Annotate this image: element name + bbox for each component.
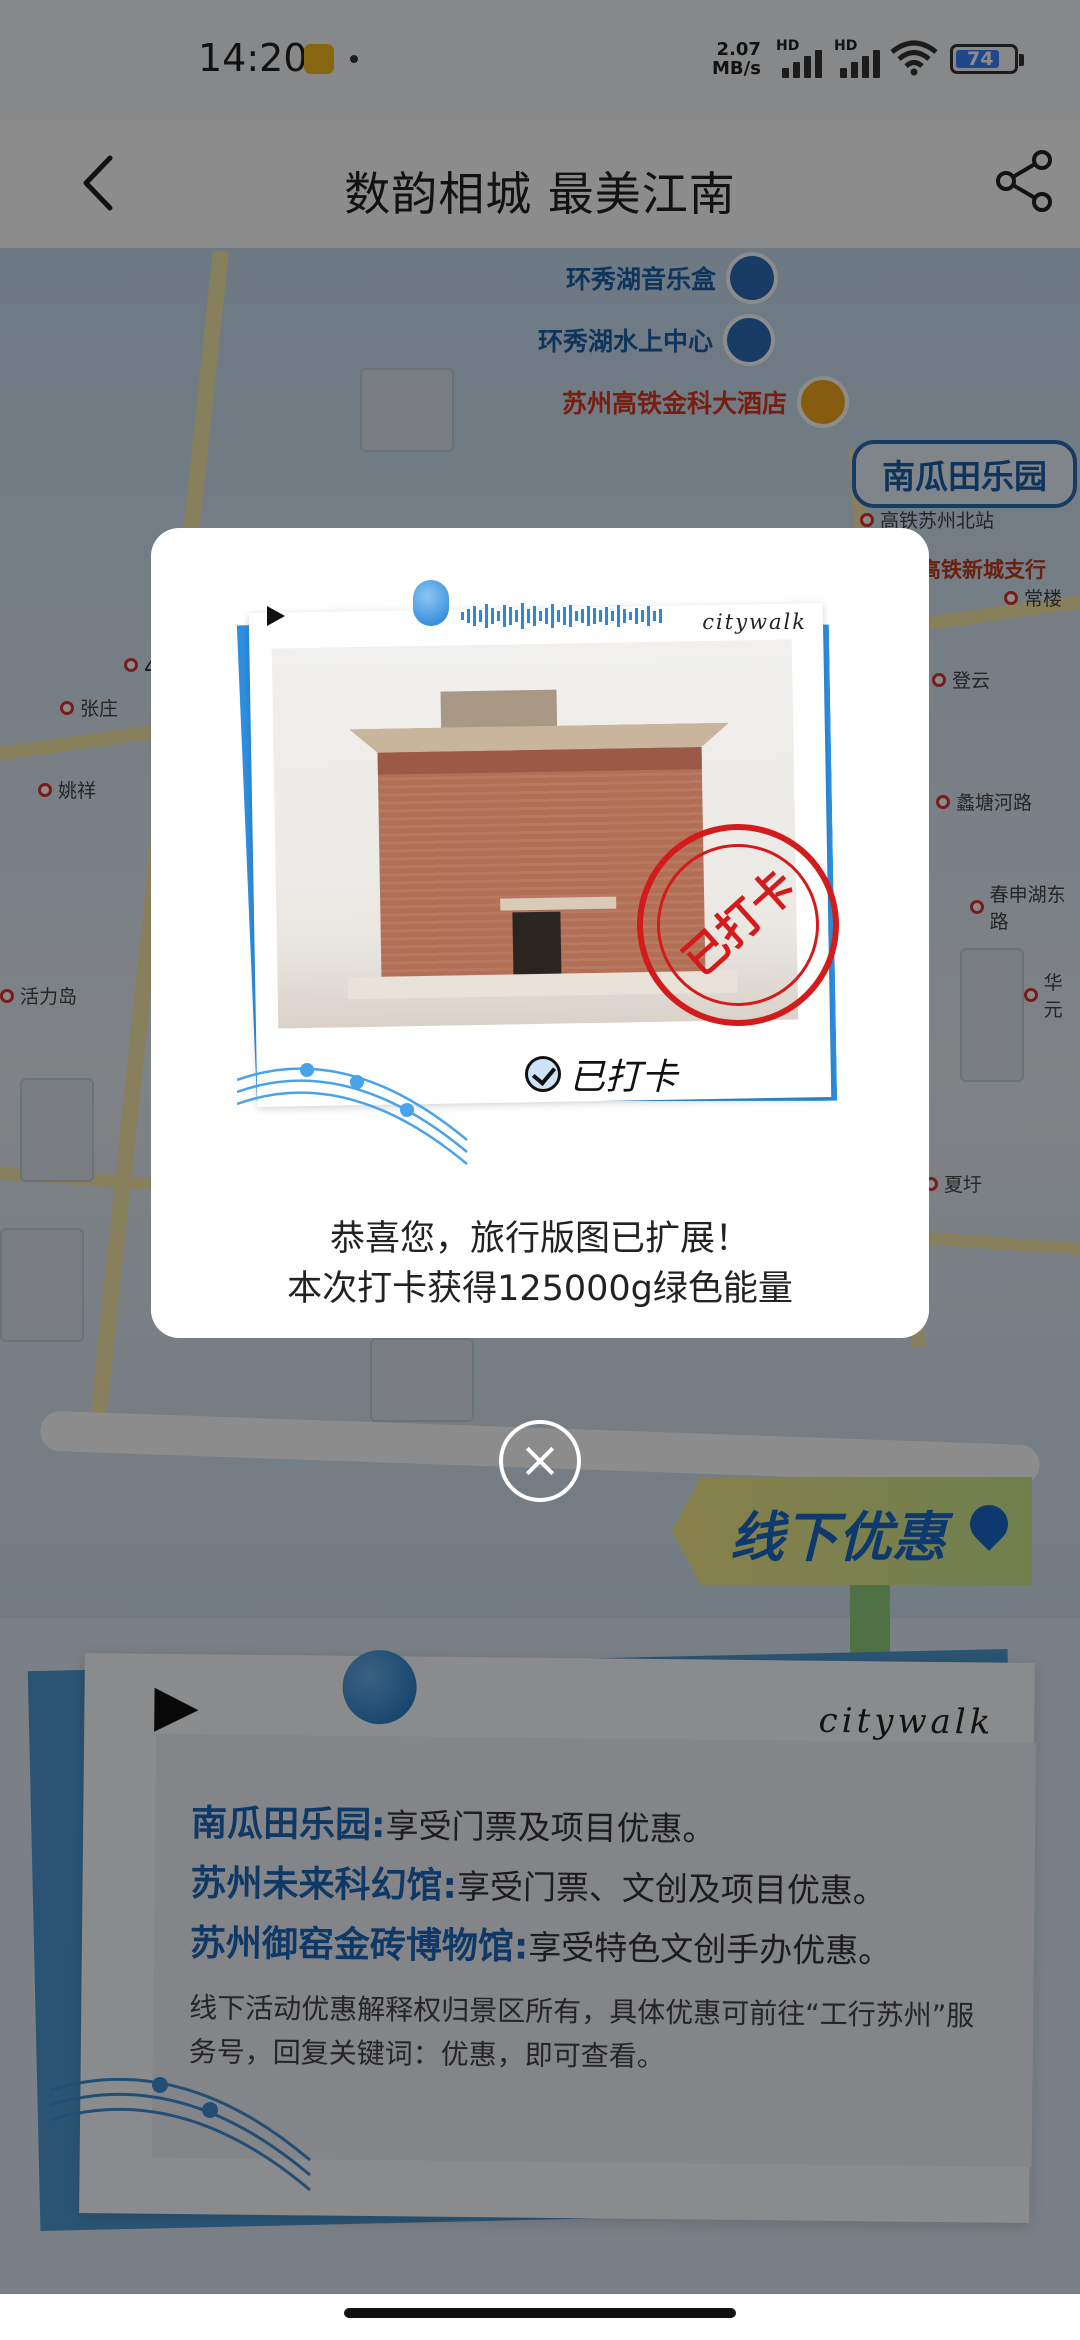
stamp-text: 已打卡 (673, 860, 806, 987)
play-icon (267, 606, 285, 626)
close-circle-icon[interactable] (499, 1420, 581, 1502)
energy-reward-message: 本次打卡获得125000g绿色能量 (287, 1269, 793, 1309)
checked-in-mark: 已打卡 (525, 1048, 677, 1100)
gesture-bar (0, 2294, 1080, 2340)
citywalk-logo: citywalk (702, 610, 807, 634)
pin-ball-icon (413, 580, 449, 626)
success-message: 恭喜您，旅行版图已扩展！ (329, 1219, 750, 1259)
photo-frame: citywalk 已打卡 已打卡 (237, 580, 861, 1165)
home-indicator[interactable] (344, 2308, 736, 2318)
check-circle-icon (525, 1056, 561, 1092)
music-notes-icon (237, 1063, 468, 1165)
check-in-success-modal: citywalk 已打卡 已打卡 恭喜您，旅行版图已扩展！ 本次打卡获得1250… (151, 528, 929, 1338)
audio-wave-icon (461, 602, 662, 630)
checked-in-label: 已打卡 (569, 1057, 678, 1098)
